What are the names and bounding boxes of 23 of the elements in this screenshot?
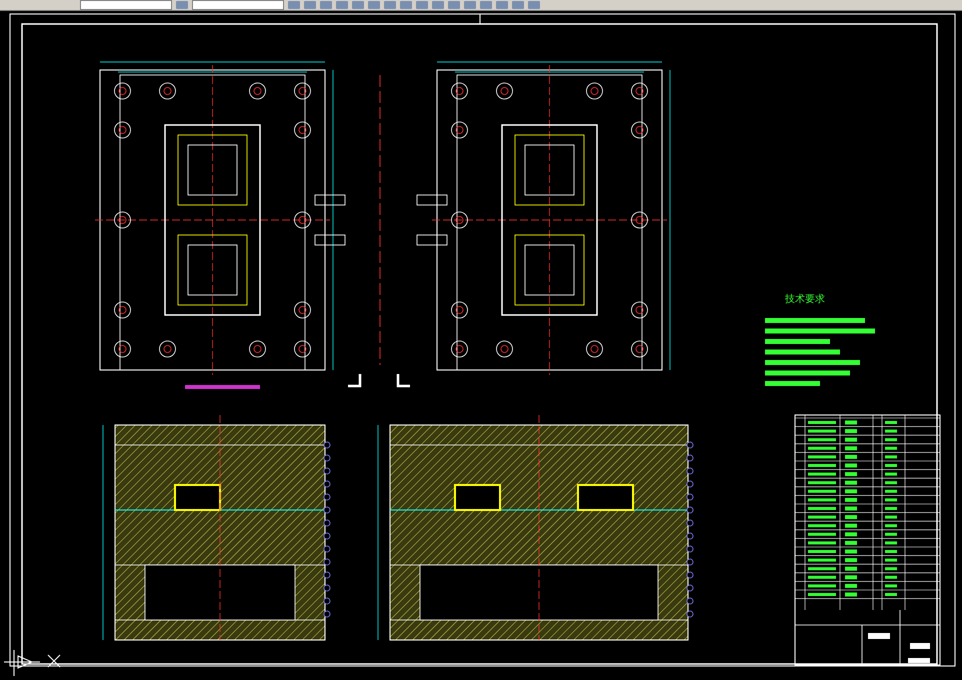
layer-field[interactable]: [192, 0, 284, 10]
toolbar-icon[interactable]: [368, 1, 380, 9]
toolbar-icon[interactable]: [384, 1, 396, 9]
toolbar-icon[interactable]: [336, 1, 348, 9]
toolbar-icon[interactable]: [304, 1, 316, 9]
section-mark-icon: [346, 372, 412, 388]
toolbar-icon[interactable]: [400, 1, 412, 9]
toolbar-icon[interactable]: [480, 1, 492, 9]
toolbar-icon[interactable]: [416, 1, 428, 9]
toolbar-icon[interactable]: [464, 1, 476, 9]
cursor-cross-icon: [48, 654, 60, 668]
toolbar-icon[interactable]: [288, 1, 300, 9]
technical-requirements-title: 技术要求: [785, 294, 825, 305]
toolbar-icon[interactable]: [352, 1, 364, 9]
toolbar-icon[interactable]: [448, 1, 460, 9]
toolbar-icon[interactable]: [496, 1, 508, 9]
toolbar-icon[interactable]: [512, 1, 524, 9]
toolbar-icon[interactable]: [320, 1, 332, 9]
toolbar-icon[interactable]: [528, 1, 540, 9]
toolbar-icon[interactable]: [432, 1, 444, 9]
layer-field[interactable]: [80, 0, 172, 10]
ucs-icon: [4, 650, 40, 676]
toolbar-icon[interactable]: [176, 1, 188, 9]
